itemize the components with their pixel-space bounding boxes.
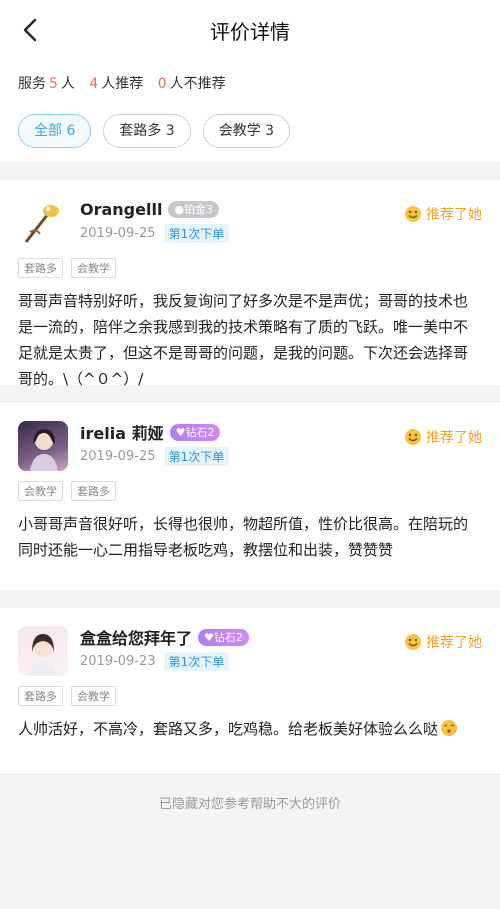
recommend-label: 推荐了她: [426, 207, 482, 223]
review-date: 2019-09-23: [80, 654, 156, 669]
review-card: 盒盒给您拜年了 ♥ 钻石2 2019-09-23 第1次下单 推荐了她 套路多 …: [0, 608, 500, 773]
review-stats: 服务 5 人 4 人推荐 0 人不推荐: [18, 74, 482, 100]
tag: 套路多: [18, 686, 63, 706]
user-name[interactable]: Orangelll: [80, 200, 162, 219]
order-count-tag: 第1次下单: [163, 652, 230, 671]
review-text: 哥哥声音特别好听，我反复询问了好多次是不是声优；哥哥的技术也是一流的，陪伴之余我…: [18, 292, 469, 388]
review-tags: 会教学 套路多: [18, 481, 482, 501]
review-tags: 套路多 会教学: [18, 258, 482, 278]
service-label: 服务: [18, 76, 46, 92]
page-title: 评价详情: [210, 20, 290, 44]
tier-label: 钻石2: [185, 426, 215, 439]
tag: 套路多: [18, 258, 63, 278]
filter-tricky[interactable]: 套路多 3: [103, 114, 191, 148]
review-text: 人帅活好，不高冷，套路又多，吃鸡稳。给老板美好体验么么哒: [18, 720, 439, 738]
not-recommend-count: 0: [157, 76, 167, 92]
recommend-count: 4: [89, 76, 99, 92]
smiley-icon: [405, 429, 421, 445]
recommend-label: 推荐了她: [426, 635, 482, 651]
recommend-indicator: 推荐了她: [404, 204, 482, 224]
review-date: 2019-09-25: [80, 226, 156, 241]
header: 评价详情: [0, 0, 500, 62]
review-card: Orangelll ● 铂金3 2019-09-25 第1次下单 推荐了她 套路…: [0, 180, 500, 388]
review-card: irelia 莉娅 ♥ 钻石2 2019-09-25 第1次下单 推荐了她 会教…: [0, 403, 500, 590]
tag: 会教学: [71, 258, 116, 278]
recommend-label: 推荐了她: [426, 430, 482, 446]
tag: 会教学: [18, 481, 63, 501]
tier-label: 钻石2: [213, 631, 243, 644]
divider: [0, 162, 500, 180]
filter-chips: 全部 6 套路多 3 会教学 3: [18, 114, 482, 148]
user-name[interactable]: irelia 莉娅: [80, 420, 164, 444]
tier-badge: ♥ 钻石2: [198, 628, 249, 646]
review-tags: 套路多 会教学: [18, 686, 482, 706]
tier-badge: ● 铂金3: [168, 200, 220, 218]
avatar[interactable]: [18, 198, 68, 248]
avatar[interactable]: [18, 626, 68, 676]
filter-teaching[interactable]: 会教学 3: [202, 114, 291, 148]
order-count-tag: 第1次下单: [163, 447, 230, 466]
review-text-wrap: 人帅活好，不高冷，套路又多，吃鸡稳。给老板美好体验么么哒: [18, 716, 482, 742]
tag: 套路多: [71, 481, 116, 501]
not-recommend-label: 人不推荐: [169, 76, 226, 92]
smiley-icon: [405, 634, 421, 650]
tier-badge: ♥ 钻石2: [169, 423, 221, 441]
kiss-emoji-icon: [441, 720, 458, 736]
review-summary: 服务 5 人 4 人推荐 0 人不推荐 全部 6 套路多 3 会教学 3: [0, 62, 500, 162]
review-date: 2019-09-25: [80, 449, 156, 464]
tier-label: 铂金3: [184, 203, 214, 216]
recommend-indicator: 推荐了她: [404, 632, 482, 652]
divider: [0, 590, 500, 608]
tag: 会教学: [71, 686, 116, 706]
recommend-label: 人推荐: [101, 76, 144, 92]
review-text: 小哥哥声音很好听，长得也很帅，物超所值，性价比很高。在陪玩的同时还能一心二用指导…: [18, 515, 469, 559]
hidden-reviews-note[interactable]: 已隐藏对您参考帮助不大的评价: [0, 773, 500, 812]
avatar[interactable]: [18, 421, 68, 471]
service-count: 5: [49, 76, 58, 92]
recommend-indicator: 推荐了她: [404, 427, 482, 447]
user-name[interactable]: 盒盒给您拜年了: [80, 625, 192, 649]
service-unit: 人: [60, 76, 75, 92]
smiley-icon: [405, 206, 421, 222]
order-count-tag: 第1次下单: [163, 224, 230, 243]
filter-all[interactable]: 全部 6: [18, 114, 92, 148]
